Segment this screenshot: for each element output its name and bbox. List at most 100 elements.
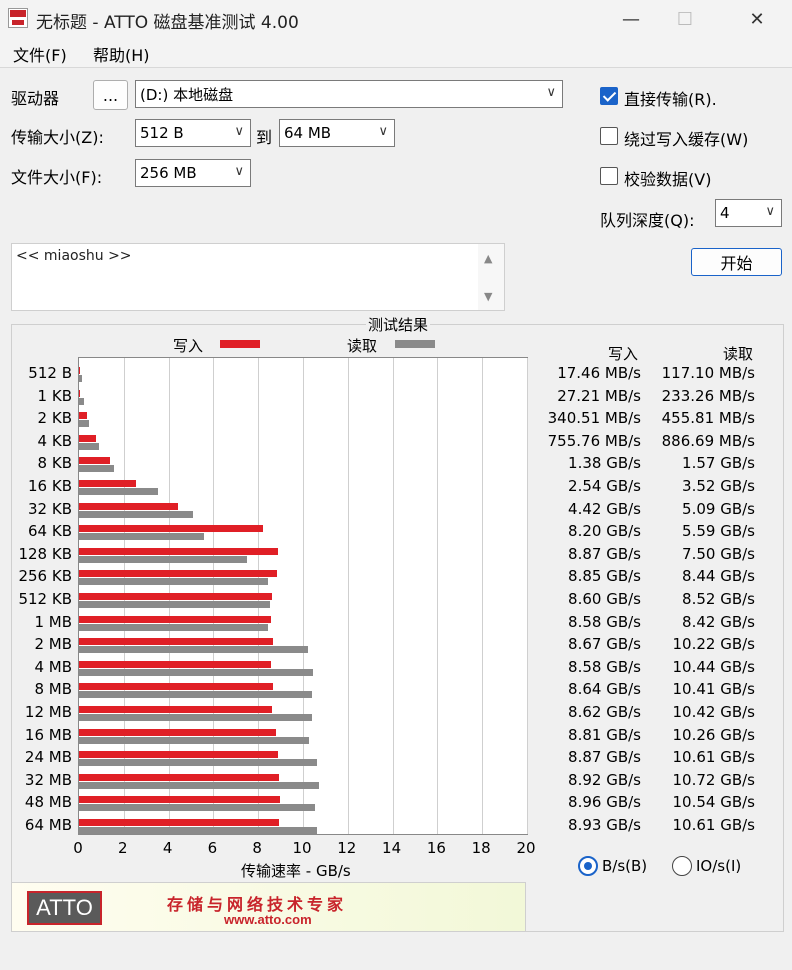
write-value: 8.60 GB/s	[568, 590, 641, 608]
transfer-size-label: 传输大小(Z):	[11, 128, 104, 147]
x-axis-label: 传输速率 - GB/s	[241, 862, 351, 880]
unit-io-radio[interactable]	[672, 856, 692, 876]
description-text: << miaoshu >>	[16, 248, 132, 264]
read-bar	[79, 781, 320, 789]
drive-label: 驱动器	[11, 89, 60, 108]
write-bar	[79, 389, 80, 397]
to-label: 到	[256, 128, 273, 147]
write-value: 340.51 MB/s	[547, 409, 641, 428]
row-label: 32 MB	[24, 770, 72, 789]
banner-url[interactable]: www.atto.com	[224, 912, 312, 927]
row-label: 64 MB	[24, 816, 72, 834]
row-label: 8 KB	[37, 454, 72, 473]
gridline	[347, 358, 349, 834]
x-tick-label: 2	[118, 839, 128, 857]
row-label: 24 MB	[24, 748, 72, 767]
row-label: 2 KB	[37, 409, 72, 428]
write-bar	[79, 660, 272, 668]
chevron-down-icon: ∨	[378, 124, 388, 139]
row-label: 1 MB	[34, 612, 72, 631]
verify-label: 校验数据(V)	[624, 170, 712, 189]
x-tick-label: 10	[292, 839, 312, 857]
read-value: 10.61 GB/s	[672, 816, 756, 834]
row-label: 128 KB	[18, 544, 72, 563]
chevron-down-icon: ∨	[765, 204, 775, 219]
write-column-header: 写入	[608, 345, 639, 363]
menu-help[interactable]: 帮助(H)	[93, 42, 150, 66]
start-button[interactable]: 开始	[691, 248, 782, 276]
file-size-value: 256 MB	[140, 164, 197, 182]
write-bar	[79, 525, 263, 533]
atto-banner[interactable]: ATTO 存储与网络技术专家 www.atto.com	[11, 882, 526, 932]
verify-checkbox[interactable]	[600, 167, 618, 185]
read-bar	[79, 691, 313, 699]
x-tick-label: 14	[382, 839, 402, 857]
write-bar	[79, 547, 278, 555]
read-bar	[79, 827, 317, 834]
write-bar	[79, 367, 80, 374]
maximize-button[interactable]: ☐	[662, 0, 708, 38]
read-value: 10.41 GB/s	[672, 680, 756, 699]
results-title: 测试结果	[366, 314, 431, 335]
bypass-cache-checkbox[interactable]	[600, 127, 618, 145]
browse-button[interactable]: ...	[93, 80, 128, 110]
write-value: 8.58 GB/s	[568, 612, 641, 631]
drive-select[interactable]: (D:) 本地磁盘 ∨	[135, 80, 563, 108]
chevron-down-icon: ∨	[546, 85, 556, 100]
x-tick-label: 20	[516, 839, 536, 857]
write-bar	[79, 570, 278, 578]
read-value: 10.44 GB/s	[672, 657, 756, 676]
write-value: 8.93 GB/s	[568, 816, 641, 834]
unit-bytes-label: B/s(B)	[602, 857, 648, 875]
unit-bytes-radio[interactable]	[578, 856, 598, 876]
write-value: 8.85 GB/s	[568, 567, 641, 586]
x-tick-label: 16	[426, 839, 446, 857]
read-bar	[79, 623, 268, 631]
description-input[interactable]: << miaoshu >> ▲ ▼	[11, 243, 505, 311]
app-icon	[8, 8, 28, 28]
write-value: 8.92 GB/s	[568, 770, 641, 789]
read-bar	[79, 736, 309, 744]
read-value: 10.61 GB/s	[672, 748, 756, 767]
chevron-down-icon: ∨	[234, 164, 244, 179]
write-bar	[79, 819, 280, 826]
write-value: 8.67 GB/s	[568, 635, 641, 654]
file-size-label: 文件大小(F):	[11, 168, 103, 187]
transfer-to-select[interactable]: 64 MB ∨	[279, 119, 395, 147]
menu-file[interactable]: 文件(F)	[13, 42, 67, 66]
close-button[interactable]: ✕	[734, 0, 780, 38]
x-tick-label: 6	[207, 839, 218, 857]
write-bar	[79, 751, 278, 759]
x-tick-label: 12	[337, 839, 357, 857]
write-value: 8.64 GB/s	[568, 680, 641, 699]
read-value: 117.10 MB/s	[661, 364, 755, 382]
read-value: 1.57 GB/s	[682, 454, 755, 473]
read-bar	[79, 714, 313, 721]
gridline	[392, 358, 394, 834]
minimize-button[interactable]: —	[608, 0, 654, 38]
row-label: 1 KB	[37, 386, 72, 405]
write-bar	[79, 502, 178, 510]
write-value: 27.21 MB/s	[557, 386, 641, 405]
file-size-select[interactable]: 256 MB ∨	[135, 159, 251, 187]
write-value: 8.81 GB/s	[568, 725, 641, 744]
read-bar	[79, 420, 90, 428]
read-value: 10.54 GB/s	[672, 793, 756, 812]
direct-io-checkbox[interactable]	[600, 87, 618, 105]
read-bar	[79, 555, 247, 563]
read-bar	[79, 759, 317, 767]
description-scrollbar[interactable]: ▲ ▼	[478, 244, 504, 310]
row-label: 64 KB	[28, 522, 72, 541]
scroll-down-icon[interactable]: ▼	[484, 290, 492, 303]
queue-depth-value: 4	[720, 204, 730, 222]
write-bar	[79, 683, 273, 691]
scroll-up-icon[interactable]: ▲	[484, 252, 492, 265]
read-value: 5.09 GB/s	[682, 499, 755, 518]
transfer-from-select[interactable]: 512 B ∨	[135, 119, 251, 147]
title-bar[interactable]: 无标题 - ATTO 磁盘基准测试 4.00 — ☐ ✕	[0, 0, 792, 38]
queue-depth-select[interactable]: 4 ∨	[715, 199, 782, 227]
write-value: 755.76 MB/s	[547, 431, 641, 450]
write-bar	[79, 706, 273, 713]
row-label: 16 KB	[28, 477, 72, 495]
row-label: 512 KB	[18, 590, 72, 608]
